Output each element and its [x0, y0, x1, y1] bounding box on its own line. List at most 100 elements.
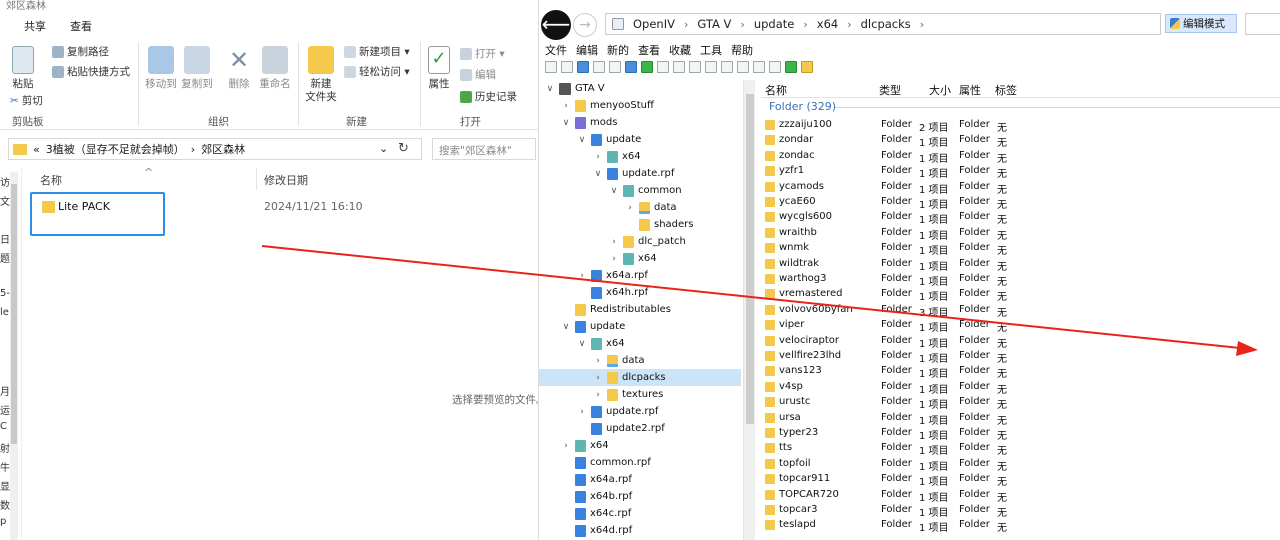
paste-shortcut-button[interactable]: 粘贴快捷方式 — [52, 64, 130, 79]
menu-item[interactable]: 查看 — [638, 42, 660, 58]
tree-node[interactable]: ∨ update.rpf — [593, 165, 674, 182]
copy-to-button[interactable]: 复制到 — [180, 46, 214, 91]
page-icon-3[interactable] — [721, 61, 733, 73]
nav-item[interactable]: 访 — [0, 174, 10, 189]
tree-scrollbar-thumb[interactable] — [746, 94, 754, 424]
delete-button[interactable]: ✕ 删除 — [224, 46, 254, 91]
move-to-button[interactable]: 移动到 — [144, 46, 178, 91]
breadcrumb-segment[interactable]: 3植被（显存不足就会掉帧） — [46, 141, 185, 157]
list-item[interactable]: velociraptor Folder 1 项目 Folder 无 — [761, 334, 1280, 350]
search-input[interactable]: 搜索"郊区森林" — [432, 138, 536, 160]
tree-expander-icon[interactable]: ∨ — [593, 169, 603, 179]
nav-scrollbar[interactable] — [10, 172, 18, 540]
list-item[interactable]: volvov60byfan Folder 3 项目 Folder 无 — [761, 303, 1280, 319]
tree-node[interactable]: › x64 — [561, 437, 609, 454]
list-column-header[interactable]: 标签 — [995, 82, 1017, 98]
nav-item[interactable]: 运 — [0, 402, 10, 417]
list-item[interactable]: vremastered Folder 1 项目 Folder 无 — [761, 287, 1280, 303]
menu-item[interactable]: 文件 — [545, 42, 567, 58]
list-item[interactable]: urustc Folder 1 项目 Folder 无 — [761, 395, 1280, 411]
list-item[interactable]: warthog3 Folder 1 项目 Folder 无 — [761, 272, 1280, 288]
nav-item[interactable]: le — [0, 307, 10, 318]
tree-expander-icon[interactable]: › — [561, 101, 571, 111]
list-item[interactable]: wycgls600 Folder 1 项目 Folder 无 — [761, 210, 1280, 226]
menu-item[interactable]: 新的 — [607, 42, 629, 58]
tree-node[interactable]: › data — [593, 352, 645, 369]
tree-expander-icon[interactable]: ∨ — [577, 135, 587, 145]
rename-button[interactable]: 重命名 — [258, 46, 292, 91]
tree-expander-icon[interactable]: ∨ — [561, 118, 571, 128]
breadcrumb-item[interactable]: OpenIV — [633, 17, 675, 31]
tree-node[interactable]: › textures — [593, 386, 663, 403]
edit-mode-button[interactable]: 编辑模式 — [1165, 14, 1237, 33]
model-icon[interactable] — [625, 61, 637, 73]
tool-icon[interactable] — [593, 61, 605, 73]
menu-item[interactable]: 收藏 — [669, 42, 691, 58]
add-icon[interactable] — [785, 61, 797, 73]
tree-node[interactable]: › x64 — [609, 250, 657, 267]
tree-node[interactable]: ∨ mods — [561, 114, 617, 131]
breadcrumb-item[interactable]: update — [754, 17, 795, 31]
breadcrumb-item[interactable]: x64 — [817, 17, 838, 31]
tree-node[interactable]: › x64a.rpf — [577, 267, 648, 284]
nav-item[interactable]: 数 — [0, 497, 10, 512]
tree-expander-icon[interactable]: › — [625, 203, 635, 213]
nav-item[interactable]: p — [0, 516, 10, 527]
nav-scrollbar-thumb[interactable] — [11, 184, 17, 444]
list-item[interactable]: vellfire23lhd Folder 1 项目 Folder 无 — [761, 349, 1280, 365]
tree-expander-icon[interactable]: › — [577, 407, 587, 417]
group-header[interactable]: Folder (329) — [769, 100, 836, 113]
copy-path-button[interactable]: 复制路径 — [52, 44, 109, 59]
breadcrumb-item[interactable]: dlcpacks — [861, 17, 911, 31]
list-item[interactable]: TOPCAR720 Folder 1 项目 Folder 无 — [761, 488, 1280, 504]
tree-node[interactable]: › dlc_patch — [609, 233, 686, 250]
nav-item[interactable]: 文 — [0, 193, 10, 208]
list-column-header[interactable]: 类型 — [879, 82, 901, 98]
tree-node[interactable]: x64h.rpf — [577, 284, 648, 301]
tree-expander-icon[interactable]: › — [609, 237, 619, 247]
tree-expander-icon[interactable]: ∨ — [561, 322, 571, 332]
list-item[interactable]: ycaE60 Folder 1 项目 Folder 无 — [761, 195, 1280, 211]
tree-node[interactable]: ∨ x64 — [577, 335, 625, 352]
new-file-icon[interactable] — [545, 61, 557, 73]
tree-node[interactable]: Redistributables — [561, 301, 671, 318]
address-bar[interactable]: « 3植被（显存不足就会掉帧） › 郊区森林 ⌄ — [8, 138, 422, 160]
list-item[interactable]: topfoil Folder 1 项目 Folder 无 — [761, 457, 1280, 473]
tree-node[interactable]: x64d.rpf — [561, 522, 632, 539]
tree-expander-icon[interactable]: ∨ — [545, 84, 555, 94]
nav-item[interactable]: 射 — [0, 440, 10, 455]
column-header-name[interactable]: 名称 — [40, 172, 62, 188]
nav-item[interactable]: 牛 — [0, 459, 10, 474]
refresh-icon[interactable]: ↻ — [398, 141, 409, 156]
breadcrumb-segment-current[interactable]: 郊区森林 — [201, 141, 245, 157]
tree-expander-icon[interactable]: › — [593, 390, 603, 400]
list-column-header[interactable]: 属性 — [959, 82, 981, 98]
tree-node[interactable]: ∨ GTA V — [545, 80, 605, 97]
tree-node[interactable]: › dlcpacks — [539, 369, 741, 386]
play-icon[interactable] — [641, 61, 653, 73]
menu-item[interactable]: 工具 — [700, 42, 722, 58]
tab-view[interactable]: 查看 — [70, 18, 92, 34]
list-item[interactable]: viper Folder 1 项目 Folder 无 — [761, 318, 1280, 334]
tree-node[interactable]: x64a.rpf — [561, 471, 632, 488]
list-item[interactable]: vans123 Folder 1 项目 Folder 无 — [761, 364, 1280, 380]
tab-share[interactable]: 共享 — [24, 18, 46, 34]
list-item[interactable]: wildtrak Folder 1 项目 Folder 无 — [761, 257, 1280, 273]
list-item[interactable]: topcar3 Folder 1 项目 Folder 无 — [761, 503, 1280, 519]
openiv-search-input[interactable] — [1245, 13, 1280, 35]
list-item[interactable]: zondac Folder 1 项目 Folder 无 — [761, 149, 1280, 165]
tree-expander-icon[interactable]: › — [593, 373, 603, 383]
forward-arrow-icon[interactable]: → — [573, 13, 597, 37]
new-folder-button[interactable]: 新建 文件夹 — [304, 46, 338, 104]
tree-expander-icon[interactable]: › — [561, 441, 571, 451]
list-item[interactable]: topcar911 Folder 1 项目 Folder 无 — [761, 472, 1280, 488]
tree-node[interactable]: update2.rpf — [577, 420, 665, 437]
folder-open-icon[interactable] — [801, 61, 813, 73]
nav-item[interactable]: 日 — [0, 231, 10, 246]
page-icon-5[interactable] — [753, 61, 765, 73]
export-icon[interactable] — [657, 61, 669, 73]
page-icon-4[interactable] — [737, 61, 749, 73]
list-item[interactable]: ycamods Folder 1 项目 Folder 无 — [761, 180, 1280, 196]
tree-node[interactable]: › update.rpf — [577, 403, 658, 420]
list-column-header[interactable]: 大小 — [929, 82, 951, 98]
